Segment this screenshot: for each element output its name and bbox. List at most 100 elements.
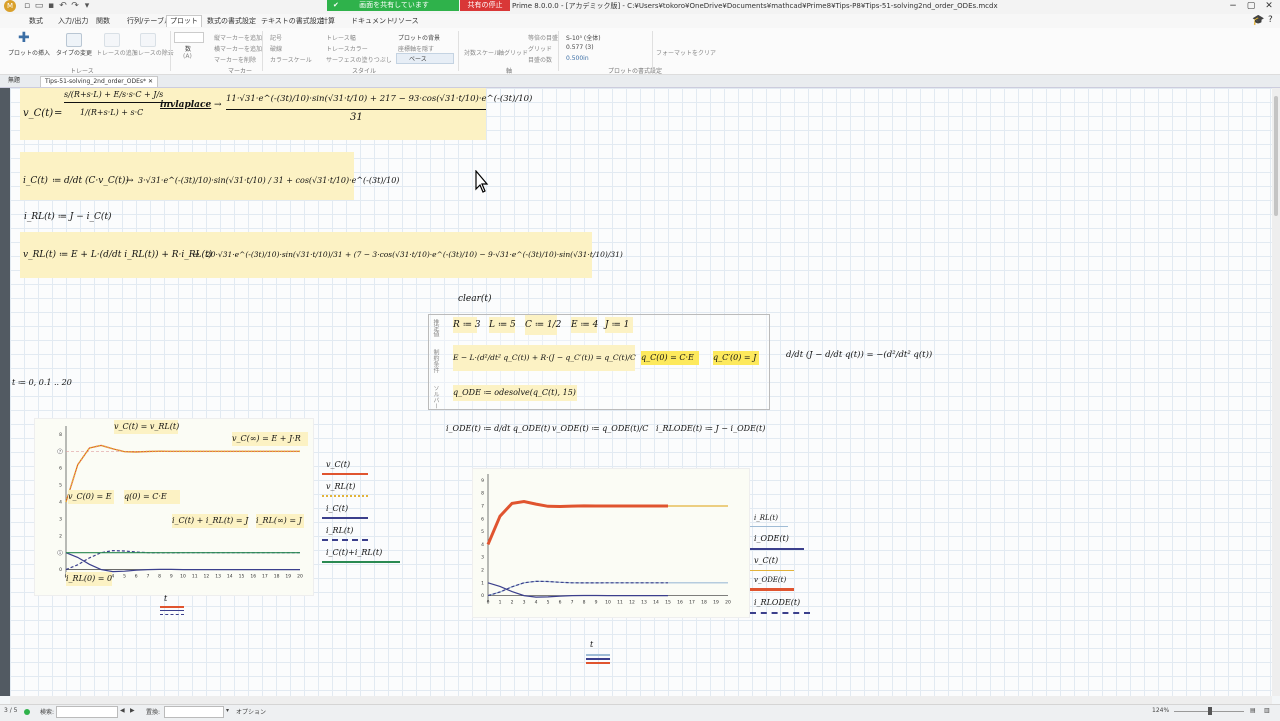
derivative-identity[interactable]: d/dt (J − d/dt q(t)) = −(d²/dt² q(t)) [786,350,932,360]
zoom-slider-thumb[interactable] [1208,707,1212,715]
search-next-icon[interactable]: ▶ [130,707,135,714]
invlaplace-keyword: invlaplace [160,100,212,110]
new-file-icon[interactable]: ▫ [22,1,32,11]
precision-dropdown[interactable]: 0.577 (3) [566,44,594,51]
stop-sharing-button[interactable]: 共有の停止 [460,0,510,11]
legend2-5-label[interactable]: i_RLODE(t) [754,598,800,607]
axis-grid-button[interactable]: 軸グリッド [498,48,528,57]
legend2-2-label[interactable]: i_ODE(t) [754,534,789,543]
solve-block[interactable]: 推定値 制約条件 ソルバー R ≔ 3 L ≔ 5 C ≔ 1/2 E ≔ 4 … [428,314,770,410]
app-logo[interactable]: M [4,0,16,12]
legend-1-label[interactable]: v_C(t) [326,460,350,469]
plot-2[interactable]: 0 1 2 3 4 5 6 7 8 9 10 11 12 13 14 15 16 17 18 19 2098765432… [472,468,748,616]
save-icon[interactable]: ▪ [46,1,56,11]
clear-format-button[interactable]: フォーマットをクリア [656,48,716,57]
surface-fill-dropdown[interactable]: サーフェスの塗りつぶし [326,55,392,64]
tab-text-format[interactable]: テキストの書式設定 [258,16,327,27]
tab-resources[interactable]: リソース [388,16,422,27]
add-horizontal-marker-button[interactable]: 横マーカーを追加 [214,44,262,53]
param-j[interactable]: J ≔ 1 [605,317,633,333]
replace-input[interactable] [164,706,224,718]
tab-untitled[interactable]: 無題 [4,76,24,86]
change-type-icon[interactable] [66,33,82,47]
tab-math[interactable]: 数式 [26,16,46,27]
legend-4-label[interactable]: i_RL(t) [326,526,353,535]
param-l[interactable]: L ≔ 5 [489,317,516,333]
log-scale-button[interactable]: 対数スケール [464,48,500,57]
help-icon[interactable]: ? [1268,15,1273,25]
show-grid-button[interactable]: グリッド [528,44,552,53]
delete-marker-button[interactable]: マーカーを削除 [214,55,256,64]
options-icon[interactable]: ▾ [226,707,229,714]
marker-count-input[interactable] [174,32,204,43]
base-style-button[interactable]: ベース [396,53,454,64]
plot-1-xlabel[interactable]: t [164,594,167,603]
def-iode[interactable]: i_ODE(t) ≔ d/dt q_ODE(t) [446,424,550,433]
add-vertical-marker-button[interactable]: 縦マーカーを追加 [214,33,262,42]
horizontal-scrollbar[interactable] [10,696,1272,704]
legend-2-label[interactable]: v_RL(t) [326,482,355,491]
tab-plot[interactable]: プロット [166,15,202,27]
equation-irl[interactable]: i_RL(t) ≔ J − i_C(t) [24,212,112,222]
tab-calculation[interactable]: 計算 [318,16,338,27]
open-folder-icon[interactable]: ▭ [34,1,44,11]
trace-color-dropdown[interactable]: トレースカラー [326,44,368,53]
line-style-dropdown[interactable]: 破線 [270,44,282,53]
trace-width-dropdown[interactable]: トレース幅 [326,33,356,42]
legend-5-label[interactable]: i_C(t)+i_RL(t) [326,548,382,557]
vertical-scroll-thumb[interactable] [1274,96,1278,216]
undo-icon[interactable]: ↶ [58,1,68,11]
tab-functions[interactable]: 関数 [93,16,113,27]
numbering-button[interactable]: 目盛の数 [528,55,552,64]
symbol-dropdown[interactable]: 記号 [270,33,282,42]
equation-ic[interactable]: i_C(t) ≔ d/dt (C·v_C(t)) → 3·√31·e^(-(3t)… [20,152,399,200]
redo-icon[interactable]: ↷ [70,1,80,11]
search-prev-icon[interactable]: ◀ [120,707,125,714]
search-input[interactable] [56,706,118,718]
page-view-icon[interactable]: ▤ [1250,707,1256,714]
maximize-button[interactable]: ▢ [1242,0,1260,13]
legend2-1-label[interactable]: i_RL(t) [754,514,778,522]
tab-math-format[interactable]: 数式の書式設定 [204,16,259,27]
mortarboard-icon[interactable]: 🎓 [1252,15,1264,26]
initial-condition-qc[interactable]: q_C(0) = C·E [641,351,699,365]
delete-trace-icon[interactable] [140,33,156,47]
tab-input-output[interactable]: 入力/出力 [55,16,91,27]
change-type-button[interactable]: タイプの変更 [56,48,92,57]
add-trace-icon[interactable] [104,33,120,47]
def-vode[interactable]: v_ODE(t) ≔ q_ODE(t)/C [552,424,648,433]
delete-trace-button[interactable]: トレースの除去 [132,48,174,57]
equation-vrl[interactable]: v_RL(t) ≔ E + L·(d/dt i_RL(t)) + R·i_RL(… [20,232,623,278]
draft-view-icon[interactable]: ▥ [1264,707,1270,714]
x-tick-label: 19 [285,574,291,580]
legend2-4-label[interactable]: v_ODE(t) [754,576,786,584]
def-irlode[interactable]: i_RLODE(t) ≔ J − i_ODE(t) [656,424,765,433]
param-c[interactable]: C ≔ 1/2 [525,315,561,335]
close-button[interactable]: ✕ [1260,0,1278,13]
worksheet[interactable]: v_C(t) = s/(R+s·L) + E/s·s·C + J/s 1/(R+s… [10,88,1272,696]
equal-scale-button[interactable]: 等倍の目盛 [528,33,558,42]
minimize-button[interactable]: − [1224,0,1242,13]
range-t[interactable]: t ≔ 0, 0.1 .. 20 [12,378,72,387]
clear-t[interactable]: clear(t) [458,294,492,304]
quick-access-dropdown-icon[interactable]: ▾ [82,1,92,11]
insert-plot-button[interactable]: プロットの挿入 [8,48,50,57]
equation-vc-invlaplace[interactable]: v_C(t) = s/(R+s·L) + E/s·s·C + J/s 1/(R+s… [20,88,532,140]
tab-current-document[interactable]: Tips-51-solving_2nd_order_ODEs* ✕ [40,76,158,87]
odesolve-statement[interactable]: q_ODE ≔ odesolve(q_C(t), 15) [453,385,577,401]
ode-equation[interactable]: E − L·(d²/dt² q_C(t)) + R·(J − q_C′(t)) … [453,345,636,371]
legend-3-label[interactable]: i_C(t) [326,504,348,513]
insert-plot-icon[interactable]: ✚ [18,31,32,45]
color-scale-dropdown[interactable]: カラースケール [270,55,312,64]
plot-background-dropdown[interactable]: プロットの背景 [398,33,440,42]
size-value[interactable]: 0.500in [566,55,589,62]
plot-2-xlabel[interactable]: t [590,640,593,649]
hide-axes-button[interactable]: 座標軸を隠す [398,44,434,53]
close-tab-icon[interactable]: ✕ [148,78,153,85]
options-button[interactable]: オプション [236,707,266,716]
legend2-3-label[interactable]: v_C(t) [754,556,778,565]
number-format-dropdown[interactable]: S-10⁵ (全体) [566,33,601,42]
initial-condition-qc-prime[interactable]: q_C′(0) = J [713,351,759,365]
param-e[interactable]: E ≔ 4 [571,317,598,333]
param-r[interactable]: R ≔ 3 [453,317,481,333]
